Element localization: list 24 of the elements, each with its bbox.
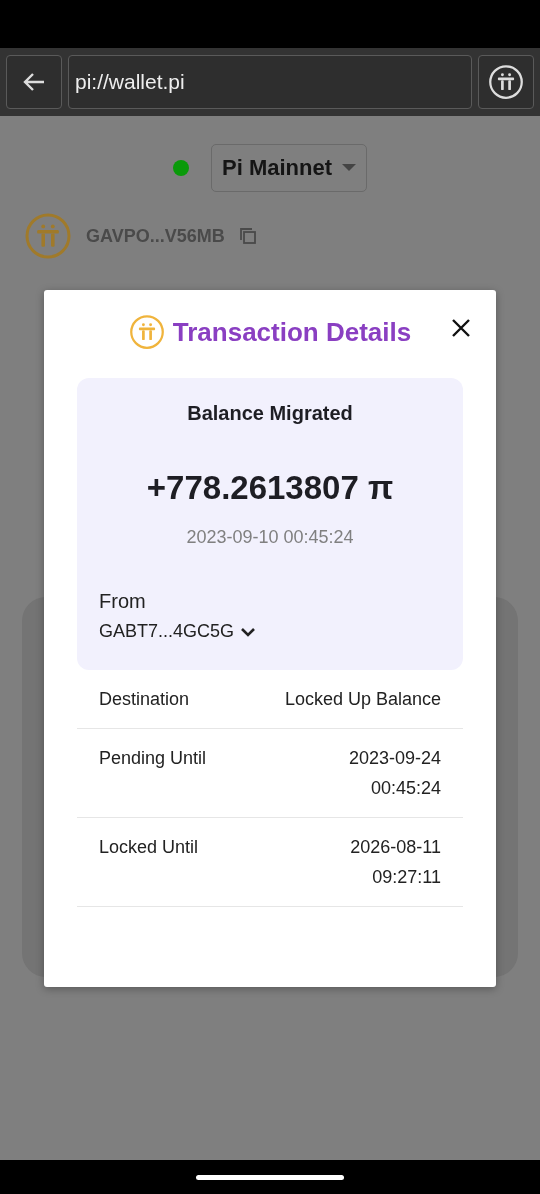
detail-value: Locked Up Balance: [284, 688, 441, 711]
chevron-down-icon: [240, 626, 257, 637]
dialog-title: Transaction Details: [172, 316, 412, 348]
pi-logo-icon: [488, 64, 524, 100]
transaction-amount: +778.2613807 π: [145, 469, 395, 507]
pi-coin-icon: [128, 314, 165, 350]
detail-value: 2026-08-11 09:27:11: [350, 836, 441, 889]
back-arrow-icon: [22, 72, 46, 92]
transaction-type: Balance Migrated: [186, 402, 354, 425]
detail-value: 2023-09-24 00:45:24: [348, 747, 441, 800]
close-icon: [451, 318, 471, 338]
from-address[interactable]: GABT7...4GC5G: [99, 621, 257, 642]
pi-coin-icon: [24, 212, 72, 260]
detail-label: Locked Until: [99, 836, 199, 859]
url-field[interactable]: pi://wallet.pi: [68, 55, 472, 109]
detail-label: Pending Until: [99, 747, 207, 770]
pi-menu-button[interactable]: [478, 55, 534, 109]
dropdown-caret-icon: [342, 164, 356, 172]
detail-label: Destination: [99, 688, 190, 711]
back-button[interactable]: [6, 55, 62, 109]
transaction-date: 2023-09-10 00:45:24: [185, 527, 355, 548]
home-indicator[interactable]: [196, 1174, 344, 1180]
network-dropdown[interactable]: Pi Mainnet: [211, 144, 367, 192]
from-label: From: [99, 590, 147, 613]
